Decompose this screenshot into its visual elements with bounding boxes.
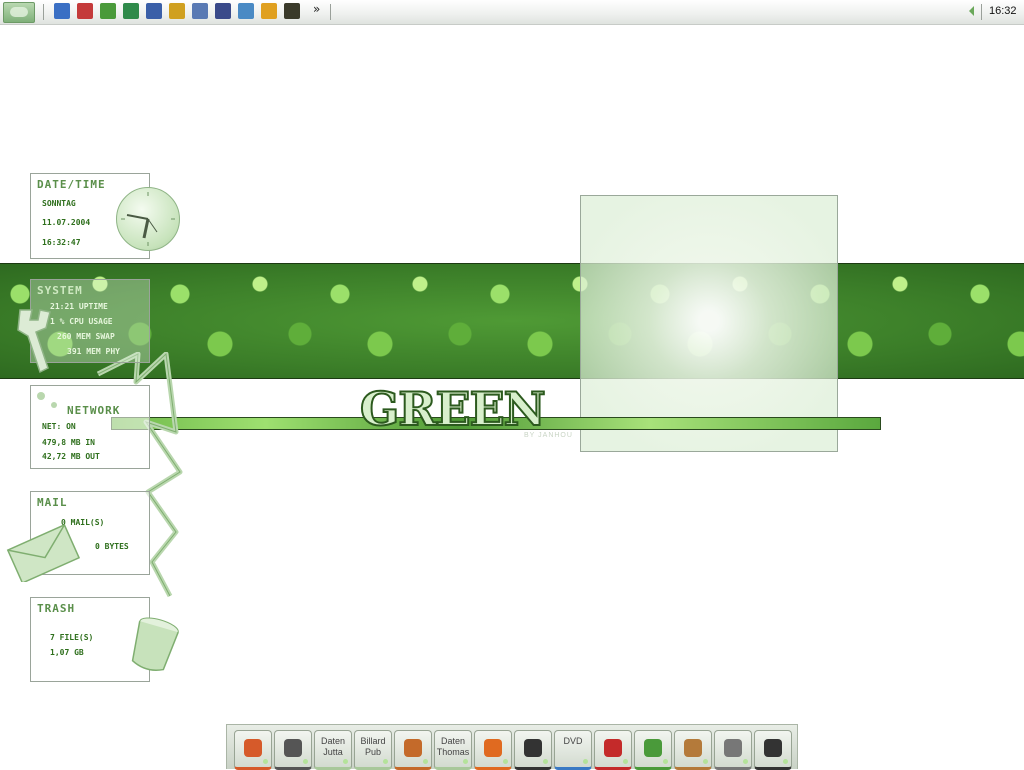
network-panel: NETWORK NET: ON 479,8 MB IN 42,72 MB OUT: [30, 385, 150, 469]
system-cpu: 1 % CPU USAGE: [50, 317, 113, 326]
printer-icon[interactable]: [754, 730, 792, 770]
dock-indicator-icon: [663, 759, 668, 764]
globe-icon[interactable]: [54, 3, 70, 19]
piano-glyph-icon: [524, 739, 542, 757]
taskbar-separator: [330, 4, 331, 20]
taskbar-separator: [981, 4, 982, 20]
dock-indicator-icon: [303, 759, 308, 764]
system-phy: 391 MEM PHY: [67, 347, 120, 356]
folder-billard-pub[interactable]: Billard Pub: [354, 730, 392, 770]
trash-size: 1,07 GB: [50, 648, 84, 657]
mule-icon[interactable]: [674, 730, 712, 770]
taskbar-separator: [43, 4, 44, 20]
folder-daten-thomas[interactable]: Daten Thomas: [434, 730, 472, 770]
piano-icon[interactable]: [514, 730, 552, 770]
wallpaper-byline: BY JANHOU: [524, 432, 573, 439]
network-dot-icon: [37, 392, 45, 400]
folder-daten-jutta[interactable]: Daten Jutta: [314, 730, 352, 770]
media-icon[interactable]: [261, 3, 277, 19]
disc-icon[interactable]: [123, 3, 139, 19]
dock-indicator-icon: [463, 759, 468, 764]
dock-item-label: DVD: [563, 736, 583, 746]
mail-bytes: 0 BYTES: [95, 542, 129, 551]
network-status: NET: ON: [42, 422, 76, 431]
document-icon[interactable]: [714, 730, 752, 770]
calendar-icon[interactable]: [215, 3, 231, 19]
pc-icon[interactable]: [77, 3, 93, 19]
datetime-time: 16:32:47: [42, 238, 81, 247]
dock-indicator-icon: [703, 759, 708, 764]
dock-item-label: Daten Thomas: [436, 736, 470, 757]
dock-indicator-icon: [343, 759, 348, 764]
transfer-icon[interactable]: [169, 3, 185, 19]
network-icon[interactable]: [146, 3, 162, 19]
network-out: 42,72 MB OUT: [42, 452, 100, 461]
analog-clock-icon: [116, 187, 180, 251]
photo-glyph-icon: [644, 739, 662, 757]
tools-icon[interactable]: [192, 3, 208, 19]
document-glyph-icon: [724, 739, 742, 757]
dock-indicator-icon: [783, 759, 788, 764]
quick-launch-overflow-button[interactable]: »: [313, 2, 320, 16]
dock-indicator-icon: [583, 759, 588, 764]
dock-item-label: Daten Jutta: [320, 736, 346, 757]
tray-expand-icon[interactable]: [969, 6, 974, 16]
taskbar: » 16:32: [0, 0, 1024, 25]
trash-title: TRASH: [37, 602, 76, 615]
network-in: 479,8 MB IN: [42, 438, 95, 447]
system-uptime: 21:21 UPTIME: [50, 302, 108, 311]
photo-icon[interactable]: [634, 730, 672, 770]
printer-glyph-icon: [764, 739, 782, 757]
mule-glyph-icon: [684, 739, 702, 757]
start-button[interactable]: [3, 2, 35, 23]
datetime-day: SONNTAG: [42, 199, 76, 208]
dvd-icon[interactable]: DVD: [554, 730, 592, 770]
dock-indicator-icon: [503, 759, 508, 764]
windows-glyph-icon: [244, 739, 262, 757]
pliers-glyph-icon: [404, 739, 422, 757]
dock-indicator-icon: [623, 759, 628, 764]
datetime-date: 11.07.2004: [42, 218, 91, 227]
comic-glyph-icon: [484, 739, 502, 757]
trash-files: 7 FILE(S): [50, 633, 94, 642]
dock-indicator-icon: [423, 759, 428, 764]
network-title: NETWORK: [67, 404, 121, 417]
gear-glyph-icon: [284, 739, 302, 757]
dock-indicator-icon: [543, 759, 548, 764]
network-dot-icon: [51, 402, 57, 408]
dock-indicator-icon: [263, 759, 268, 764]
download-icon[interactable]: [594, 730, 632, 770]
system-swap: 260 MEM SWAP: [57, 332, 115, 341]
system-title: SYSTEM: [37, 284, 83, 297]
dock-indicator-icon: [743, 759, 748, 764]
wallpaper-frosted-square: [580, 195, 838, 452]
envelope-icon: [6, 524, 80, 582]
wrench-icon: [17, 309, 51, 374]
windows-icon[interactable]: [234, 730, 272, 770]
mail-title: MAIL: [37, 496, 68, 509]
datetime-title: DATE/TIME: [37, 178, 106, 191]
dock: Daten Jutta Billard Pub Daten Thomas DVD: [226, 724, 798, 770]
download-glyph-icon: [604, 739, 622, 757]
taskbar-clock[interactable]: 16:32: [989, 5, 1017, 17]
comic-icon[interactable]: [474, 730, 512, 770]
notes-icon[interactable]: [284, 3, 300, 19]
wallpaper-logo: GREEN: [359, 382, 547, 436]
dock-item-label: Billard Pub: [360, 736, 386, 757]
picture-icon[interactable]: [100, 3, 116, 19]
dock-indicator-icon: [383, 759, 388, 764]
earth-icon[interactable]: [238, 3, 254, 19]
gear-icon[interactable]: [274, 730, 312, 770]
pliers-icon[interactable]: [394, 730, 432, 770]
trash-can-icon[interactable]: [126, 614, 182, 674]
